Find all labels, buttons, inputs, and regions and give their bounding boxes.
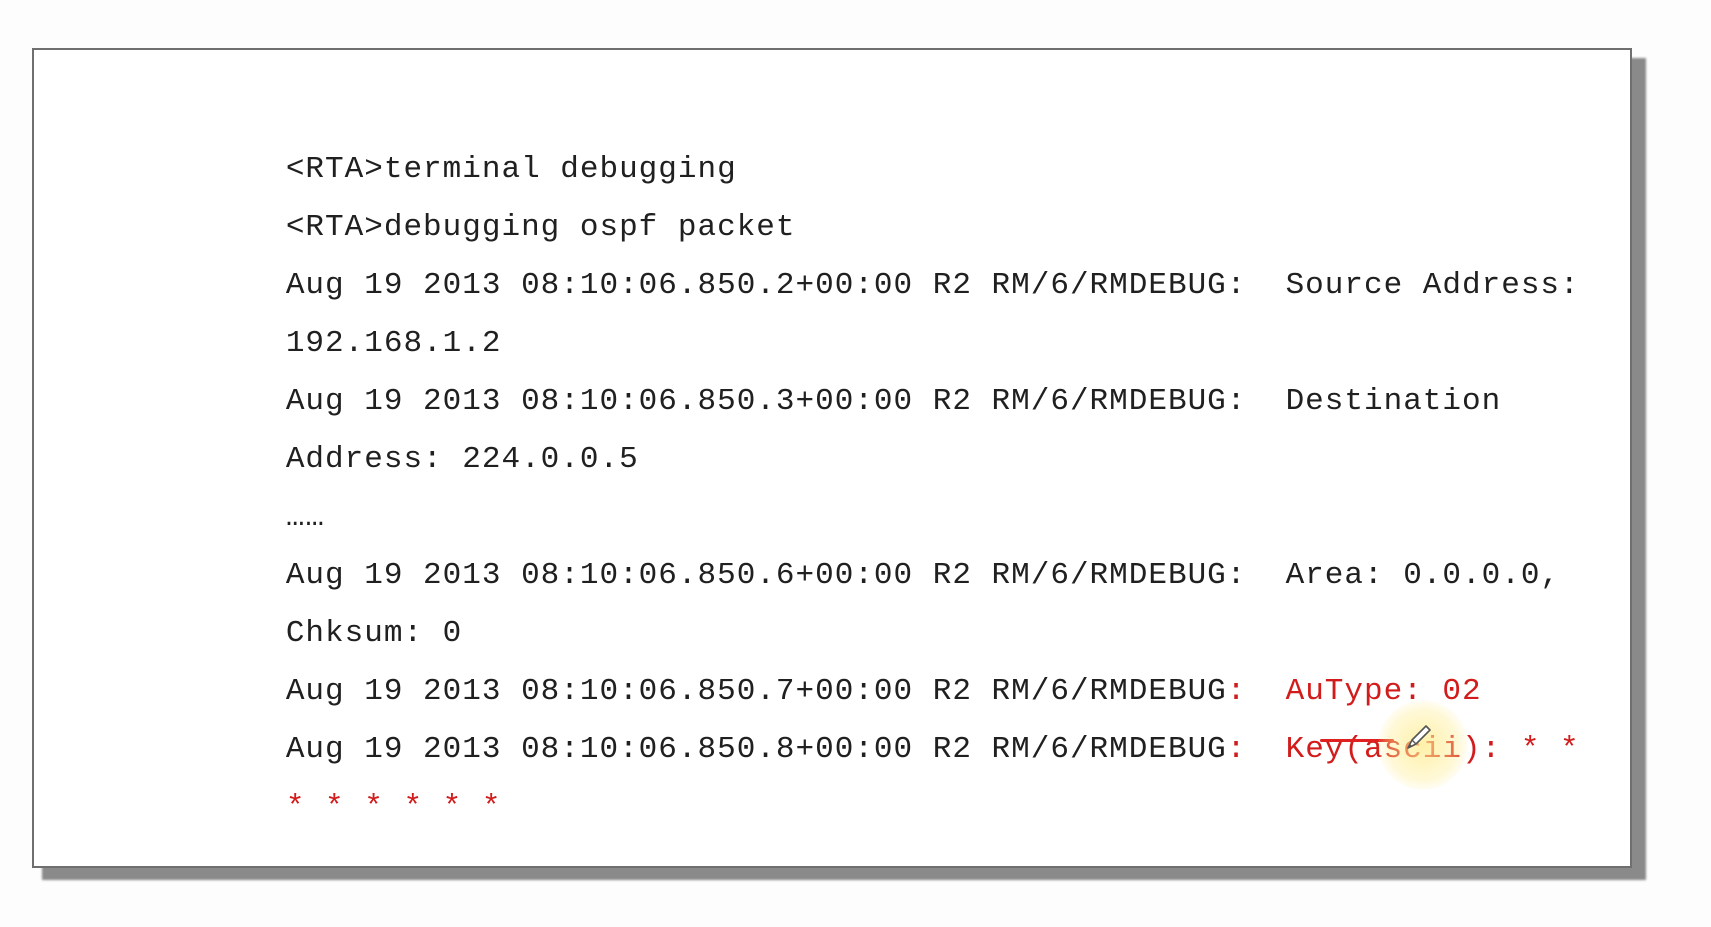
pen-cursor-icon: [1407, 725, 1431, 749]
terminal-line-10: Aug 19 2013 08:10:06.850.7+00:00 R2 RM/6…: [129, 632, 1482, 709]
terminal-line-4: 192.168.1.2: [129, 284, 501, 361]
masked-key-stars: * * * * * *: [285, 790, 502, 825]
terminal-line-12: * * * * * *: [129, 748, 501, 825]
terminal-output: <RTA>terminal debugging <RTA>debugging o…: [129, 110, 1629, 825]
terminal-line-7: ……: [129, 458, 325, 535]
terminal-line-8: Aug 19 2013 08:10:06.850.6+00:00 R2 RM/6…: [129, 516, 1560, 593]
log-text: Address: 224.0.0.5: [285, 442, 639, 477]
terminal-line-5: Aug 19 2013 08:10:06.850.3+00:00 R2 RM/6…: [129, 342, 1501, 419]
terminal-line-11: Aug 19 2013 08:10:06.850.8+00:00 R2 RM/6…: [129, 690, 1580, 767]
terminal-line-2: <RTA>debugging ospf packet: [129, 168, 796, 245]
terminal-line-3: Aug 19 2013 08:10:06.850.2+00:00 R2 RM/6…: [129, 226, 1580, 303]
slide-stage: <RTA>terminal debugging <RTA>debugging o…: [0, 0, 1711, 927]
log-text: Aug 19 2013 08:10:06.850.6+00:00 R2 RM/6…: [285, 558, 1561, 593]
terminal-line-1: <RTA>terminal debugging: [129, 110, 737, 187]
terminal-line-9: Chksum: 0: [129, 574, 462, 651]
terminal-line-6: Address: 224.0.0.5: [129, 400, 639, 477]
